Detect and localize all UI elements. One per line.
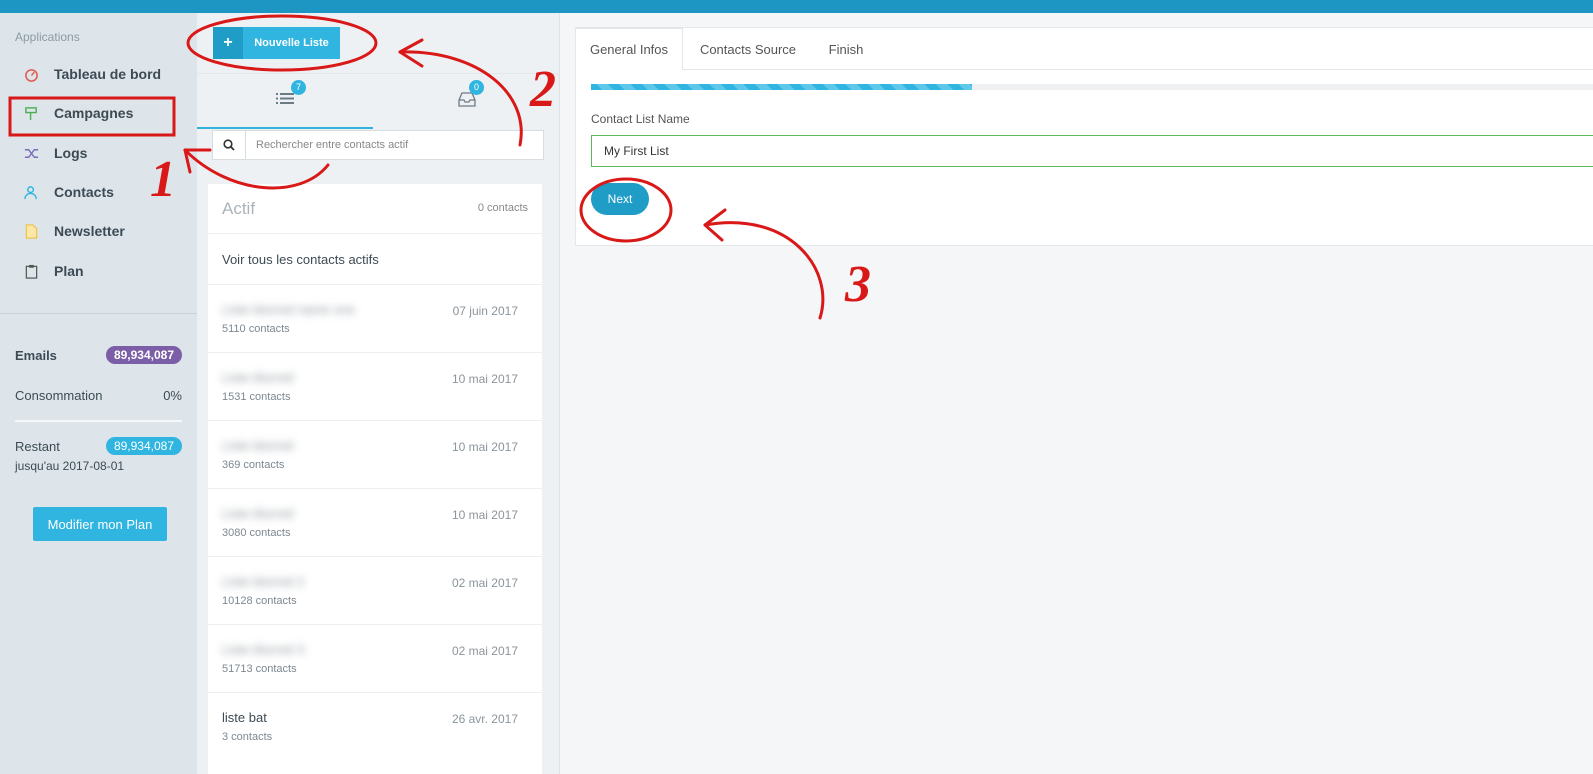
- list-item-date: 10 mai 2017: [451, 372, 518, 386]
- list-item-contacts: 51713 contacts: [222, 663, 297, 675]
- sidebar-item-label: Tableau de bord: [54, 66, 162, 82]
- list-item-name: Liste blurred name one: [222, 302, 355, 317]
- annotation-number-2: 2: [530, 61, 556, 118]
- new-list-label: Nouvelle Liste: [254, 37, 329, 49]
- sidebar-item-label: Campagnes: [54, 105, 134, 121]
- consumption-value: 0%: [163, 388, 182, 403]
- inbox-count-badge: 0: [469, 80, 484, 95]
- list-item-contacts: 3 contacts: [222, 731, 273, 743]
- list-item[interactable]: Liste blurred 1531 contacts 10 mai 2017: [208, 353, 542, 421]
- list-item[interactable]: Liste blurred 2 10128 contacts 02 mai 20…: [208, 557, 542, 625]
- main-content: General Infos Contacts Source Finish Con…: [560, 13, 1593, 774]
- list-item-contacts: 3080 contacts: [222, 527, 291, 539]
- search-input[interactable]: [246, 131, 543, 159]
- emails-label: Emails: [15, 348, 57, 363]
- sidebar-item-label: Contacts: [54, 184, 114, 200]
- annotation-number-1: 1: [150, 151, 176, 208]
- sidebar-item-newsletter[interactable]: Newsletter: [0, 213, 197, 249]
- list-item-contacts: 5110 contacts: [222, 323, 290, 335]
- sidebar: Applications Tableau de bord Campagnes L…: [0, 13, 197, 774]
- sidebar-item-tableau-de-bord[interactable]: Tableau de bord: [0, 56, 197, 92]
- wizard-panel: General Infos Contacts Source Finish Con…: [575, 27, 1593, 246]
- file-icon: [23, 223, 39, 239]
- list-item-date: 02 mai 2017: [451, 576, 518, 590]
- list-item-contacts: 369 contacts: [222, 459, 285, 471]
- consumption-bar: [15, 420, 182, 422]
- shuffle-icon: [23, 145, 39, 161]
- list-item-name: Liste blurred: [222, 438, 294, 453]
- dashboard-icon: [23, 66, 39, 82]
- list-item-contacts: 1531 contacts: [222, 391, 291, 403]
- top-bar: [0, 0, 1593, 13]
- tab-general-infos[interactable]: General Infos: [575, 28, 683, 70]
- list-item[interactable]: Liste blurred 3 51713 contacts 02 mai 20…: [208, 625, 542, 693]
- list-item[interactable]: liste bat 3 contacts 26 avr. 2017: [208, 693, 542, 761]
- emails-badge: 89,934,087: [105, 346, 182, 364]
- clipboard-icon: [23, 263, 39, 279]
- sidebar-section-title: Applications: [15, 30, 80, 44]
- list-item-date: 07 juin 2017: [452, 304, 518, 318]
- view-all-link[interactable]: Voir tous les contacts actifs: [208, 234, 542, 285]
- list-item[interactable]: Liste blurred name one 5110 contacts 07 …: [208, 285, 542, 353]
- remaining-badge: 89,934,087: [105, 437, 182, 455]
- list-item-date: 26 avr. 2017: [451, 712, 518, 726]
- lists-count-badge: 7: [291, 80, 306, 95]
- contact-list-name-label: Contact List Name: [591, 112, 690, 126]
- consumption-label: Consommation: [15, 388, 103, 403]
- list-item-date: 10 mai 2017: [451, 440, 518, 454]
- view-all-label: Voir tous les contacts actifs: [222, 252, 379, 267]
- sidebar-item-label: Newsletter: [54, 223, 125, 239]
- list-icon: [276, 92, 294, 110]
- lists-panel: + Nouvelle Liste 7 0 Actif 0 contacts Vo…: [197, 13, 560, 774]
- list-item-name: Liste blurred: [222, 506, 294, 521]
- wizard-tabs: General Infos Contacts Source Finish: [575, 28, 1593, 70]
- sidebar-item-campagnes[interactable]: Campagnes: [0, 95, 197, 131]
- list-count: 0 contacts: [477, 202, 528, 214]
- search-icon[interactable]: [213, 131, 246, 159]
- contact-list-name-input[interactable]: [591, 135, 1593, 167]
- remaining-label: Restant: [15, 439, 60, 454]
- plus-icon: +: [213, 27, 243, 59]
- list-item[interactable]: Liste blurred 369 contacts 10 mai 2017: [208, 421, 542, 489]
- new-list-button[interactable]: + Nouvelle Liste: [213, 27, 340, 59]
- users-icon: [23, 184, 39, 200]
- list-header: Actif 0 contacts: [208, 184, 542, 234]
- search-box: [212, 130, 544, 160]
- annotation-number-3: 3: [845, 256, 871, 313]
- contact-lists-card: Actif 0 contacts Voir tous les contacts …: [208, 184, 542, 774]
- list-item-name: Liste blurred: [222, 370, 294, 385]
- list-item-date: 02 mai 2017: [451, 644, 518, 658]
- inbox-icon: [457, 91, 476, 112]
- list-item-date: 10 mai 2017: [451, 508, 518, 522]
- tab-lists[interactable]: 7: [197, 74, 373, 129]
- list-item-contacts: 10128 contacts: [222, 595, 297, 607]
- list-item-name: liste bat: [222, 710, 267, 725]
- sidebar-item-label: Plan: [54, 263, 84, 279]
- list-title: Actif: [222, 199, 256, 218]
- next-button[interactable]: Next: [591, 183, 649, 215]
- signpost-icon: [23, 105, 39, 121]
- tab-finish[interactable]: Finish: [812, 28, 880, 70]
- sidebar-item-label: Logs: [54, 145, 88, 161]
- tab-contacts-source[interactable]: Contacts Source: [684, 28, 812, 70]
- list-item-name: Liste blurred 3: [222, 642, 305, 657]
- list-item[interactable]: Liste blurred 3080 contacts 10 mai 2017: [208, 489, 542, 557]
- list-tabs: 7 0: [197, 73, 560, 129]
- wizard-progress: [591, 84, 1593, 90]
- sidebar-divider: [0, 313, 197, 314]
- list-item-name: Liste blurred 2: [222, 574, 305, 589]
- remaining-until: jusqu'au 2017-08-01: [15, 459, 125, 473]
- sidebar-item-plan[interactable]: Plan: [0, 253, 197, 289]
- wizard-progress-fill: [591, 84, 973, 90]
- modify-plan-button[interactable]: Modifier mon Plan: [33, 507, 167, 541]
